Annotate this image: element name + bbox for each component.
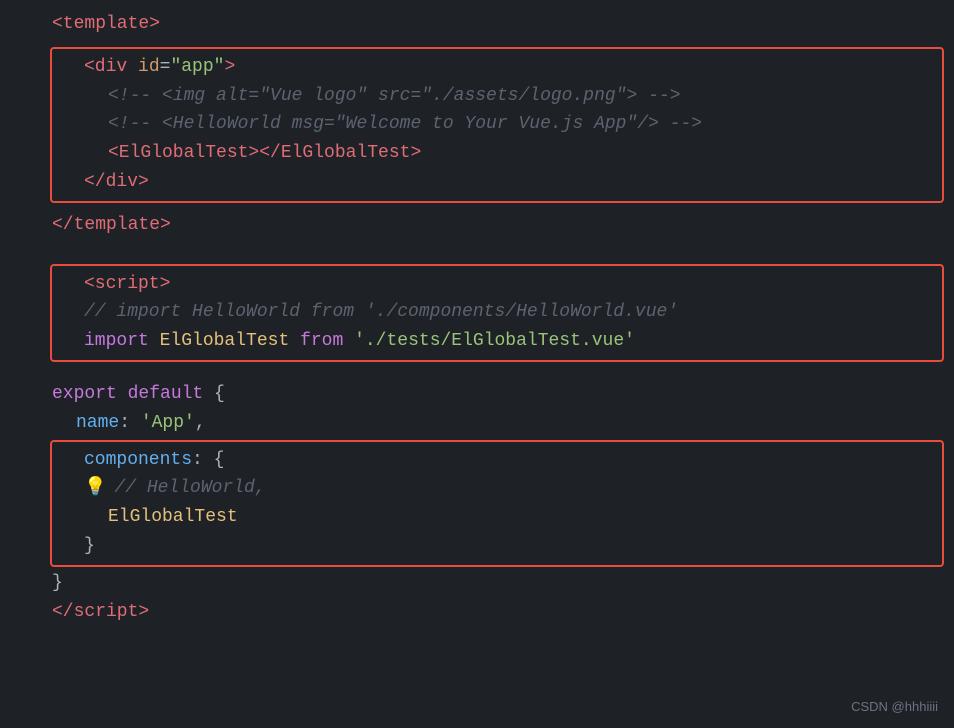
export-keyword: export [52, 380, 128, 409]
comment1-text: <!-- <img alt="Vue logo" src="./assets/l… [84, 82, 681, 111]
line-div-close: </div> [52, 168, 942, 197]
import-keyword: import [84, 327, 160, 356]
div-open-start: <div [84, 53, 138, 82]
red-box-components: components: { 💡 // HelloWorld, ElGlobalT… [50, 440, 944, 567]
line-name: name: 'App', [20, 409, 954, 438]
line-comment1: <!-- <img alt="Vue logo" src="./assets/l… [52, 82, 942, 111]
line-div-open: <div id="app"> [52, 53, 942, 82]
line-script-close: </script> [20, 598, 954, 627]
line-close-brace1: } [52, 532, 942, 561]
red-box-script: <script> // import HelloWorld from './co… [50, 264, 944, 362]
code-editor: <template> <div id="app"> <!-- <img alt=… [0, 0, 954, 636]
import-name: ElGlobalTest [160, 327, 300, 356]
template-close-tag: </template> [52, 211, 171, 240]
red-box-template: <div id="app"> <!-- <img alt="Vue logo" … [50, 47, 944, 203]
line-import: import ElGlobalTest from './tests/ElGlob… [52, 327, 942, 356]
el-global-tag-text: <ElGlobalTest></ElGlobalTest> [84, 139, 421, 168]
line-script-open: <script> [52, 270, 942, 299]
name-key: name [52, 409, 119, 438]
line-el-global-comp: ElGlobalTest [52, 503, 942, 532]
close-brace2-text: } [52, 569, 63, 598]
line-comment2: <!-- <HelloWorld msg="Welcome to Your Vu… [52, 110, 942, 139]
line-comment-helloworld: 💡 // HelloWorld, [52, 474, 942, 503]
div-close-text: </div> [84, 168, 149, 197]
line-el-global-tag: <ElGlobalTest></ElGlobalTest> [52, 139, 942, 168]
default-keyword: default [128, 380, 214, 409]
close-brace1-text: } [84, 532, 95, 561]
comment-hello-text: // HelloWorld, [110, 474, 265, 503]
template-open-tag: <template> [52, 10, 160, 39]
comment-import-text: // import HelloWorld from './components/… [84, 298, 678, 327]
script-close-tag: </script> [52, 598, 149, 627]
line-components-open: components: { [52, 446, 942, 475]
from-keyword: from [300, 327, 354, 356]
bulb-icon: 💡 [84, 474, 106, 503]
components-key: components [84, 446, 192, 475]
name-value: 'App' [141, 409, 195, 438]
line-export-default: export default { [20, 380, 954, 409]
comment2-text: <!-- <HelloWorld msg="Welcome to Your Vu… [84, 110, 702, 139]
line-template-close: </template> [20, 211, 954, 240]
line-close-brace2: } [20, 569, 954, 598]
watermark-text: CSDN @hhhiiii [851, 697, 938, 718]
open-brace: { [214, 380, 225, 409]
el-global-comp-text: ElGlobalTest [84, 503, 238, 532]
import-path: './tests/ElGlobalTest.vue' [354, 327, 635, 356]
line-template-open: <template> [20, 10, 954, 39]
line-comment-import: // import HelloWorld from './components/… [52, 298, 942, 327]
script-open-tag: <script> [84, 270, 170, 299]
